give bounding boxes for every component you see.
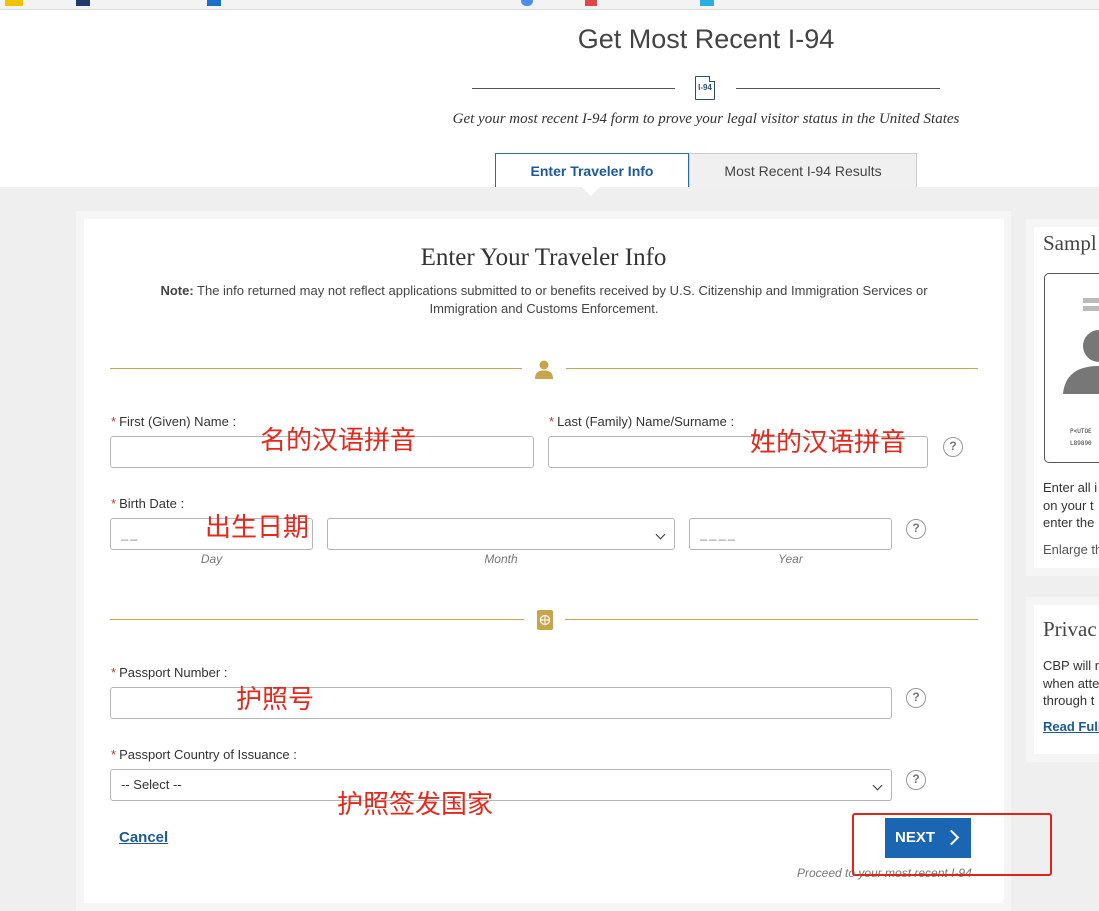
sample-text-line: Enter all i	[1043, 480, 1098, 495]
birth-date-label: * Birth Date :	[111, 496, 184, 511]
annotation-last-name: 姓的汉语拼音	[750, 428, 907, 458]
annotation-highlight-box	[852, 813, 1052, 876]
section-divider	[565, 619, 978, 620]
birth-date-label-text: Birth Date :	[119, 496, 185, 511]
cancel-link[interactable]: Cancel	[119, 829, 168, 846]
passport-text-line	[1083, 306, 1099, 311]
first-name-label: * First (Given) Name :	[111, 414, 236, 429]
section-divider	[566, 368, 978, 369]
read-full-link[interactable]: Read Full	[1043, 719, 1099, 734]
help-icon[interactable]: ?	[943, 437, 963, 457]
sample-text-line: enter the	[1043, 515, 1095, 530]
passport-mrz-line: L89890	[1070, 440, 1092, 447]
page-header: Get Most Recent I-94 I-94 Get your most …	[0, 10, 1099, 187]
passport-icon	[537, 610, 553, 630]
passport-number-label-text: Passport Number :	[119, 665, 228, 680]
i94-document-icon: I-94	[695, 76, 715, 100]
help-icon[interactable]: ?	[906, 770, 926, 790]
person-silhouette-icon	[1063, 330, 1099, 394]
passport-number-label: * Passport Number :	[111, 665, 227, 680]
year-hint: Year	[778, 552, 803, 566]
bookmarks-bar	[0, 0, 1099, 10]
tab-most-recent-results[interactable]: Most Recent I-94 Results	[689, 153, 917, 187]
required-marker: *	[549, 414, 555, 429]
bookmark-icon[interactable]	[5, 0, 23, 6]
active-tab-pointer	[582, 187, 600, 196]
select-value: -- Select --	[121, 777, 182, 792]
form-note: Note: The info returned may not reflect …	[130, 282, 958, 318]
privacy-panel-title: Privac	[1043, 617, 1097, 641]
day-hint: Day	[200, 552, 223, 566]
help-icon[interactable]: ?	[906, 688, 926, 708]
annotation-passport-number: 护照号	[236, 685, 315, 715]
required-marker: *	[111, 496, 117, 511]
sample-text-line: on your t	[1043, 498, 1094, 513]
note-label: Note:	[160, 283, 194, 298]
person-icon	[535, 360, 553, 379]
privacy-text-line: through t	[1043, 693, 1095, 708]
required-marker: *	[111, 414, 117, 429]
month-hint: Month	[484, 552, 518, 566]
tab-enter-traveler-info[interactable]: Enter Traveler Info	[495, 153, 689, 187]
sample-panel-title: Sampl	[1043, 231, 1097, 255]
section-divider	[110, 368, 522, 369]
help-icon[interactable]: ?	[906, 519, 926, 539]
bookmark-icon[interactable]	[585, 0, 597, 6]
bookmark-icon[interactable]	[76, 0, 90, 6]
passport-country-label: * Passport Country of Issuance :	[111, 747, 297, 762]
page-subtitle: Get your most recent I-94 form to prove …	[452, 111, 960, 127]
last-name-label-text: Last (Family) Name/Surname :	[557, 414, 735, 429]
passport-country-label-text: Passport Country of Issuance :	[119, 747, 297, 762]
note-text: The info returned may not reflect applic…	[193, 283, 928, 316]
enlarge-link[interactable]: Enlarge th	[1043, 541, 1099, 559]
passport-text-line	[1083, 298, 1099, 303]
passport-number-input[interactable]	[110, 687, 892, 719]
last-name-label: * Last (Family) Name/Surname :	[549, 414, 734, 429]
annotation-passport-country: 护照签发国家	[337, 790, 494, 820]
annotation-birth-date: 出生日期	[205, 513, 310, 543]
sample-passport-image[interactable]: P<UTOE L89890	[1044, 273, 1099, 463]
passport-mrz-line: P<UTOE	[1070, 428, 1092, 435]
first-name-label-text: First (Given) Name :	[119, 414, 237, 429]
divider	[472, 88, 675, 89]
section-divider	[110, 619, 524, 620]
bookmark-icon[interactable]	[700, 0, 714, 6]
required-marker: *	[111, 747, 117, 762]
page-title: Get Most Recent I-94	[577, 24, 835, 54]
chevron-down-icon	[655, 529, 666, 540]
birth-month-select[interactable]	[327, 518, 675, 550]
annotation-first-name: 名的汉语拼音	[260, 426, 417, 456]
bookmark-icon[interactable]	[207, 0, 221, 6]
birth-year-input[interactable]: ____	[689, 518, 892, 550]
required-marker: *	[111, 665, 117, 680]
form-title: Enter Your Traveler Info	[420, 244, 667, 271]
bookmark-icon[interactable]	[521, 0, 533, 6]
privacy-text-line: CBP will r	[1043, 658, 1099, 673]
privacy-text-line: when atte	[1043, 676, 1099, 691]
passport-country-select[interactable]: -- Select --	[110, 769, 892, 801]
divider	[736, 88, 940, 89]
chevron-down-icon	[872, 780, 883, 791]
